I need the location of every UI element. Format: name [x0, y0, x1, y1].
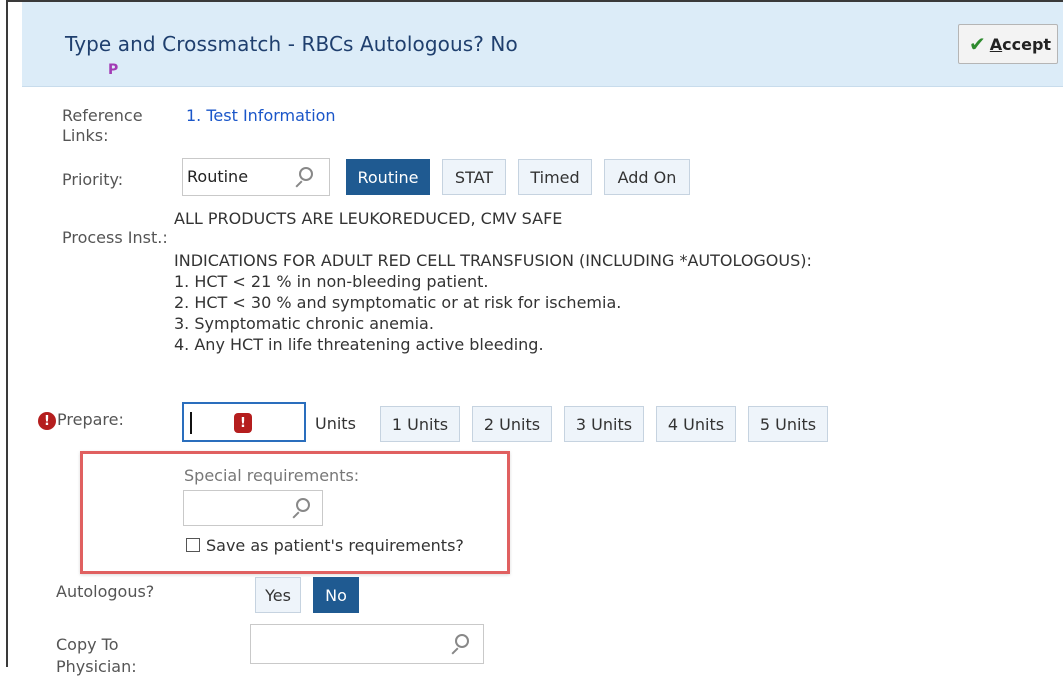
priority-option-stat[interactable]: STAT	[442, 159, 506, 195]
units-option-1[interactable]: 1 Units	[380, 406, 460, 442]
process-instructions-label: Process Inst.:	[62, 228, 168, 247]
priority-label: Priority:	[62, 170, 124, 189]
search-icon[interactable]	[299, 167, 313, 181]
instruction-line: 4. Any HCT in life threatening active bl…	[174, 335, 544, 354]
checkmark-icon: ✔	[969, 32, 986, 56]
instruction-line: ALL PRODUCTS ARE LEUKOREDUCED, CMV SAFE	[174, 209, 563, 228]
special-requirements-label: Special requirements:	[184, 466, 360, 485]
accept-label: Accept	[989, 34, 1052, 54]
search-icon[interactable]	[455, 634, 469, 648]
save-requirements-label[interactable]: Save as patient's requirements?	[206, 536, 464, 555]
units-option-4[interactable]: 4 Units	[656, 406, 736, 442]
reference-label: Reference Links:	[62, 106, 143, 145]
order-title: Type and Crossmatch - RBCs Autologous? N…	[65, 32, 518, 56]
required-error-icon: !	[38, 412, 56, 430]
prepare-quantity-input[interactable]: !	[182, 402, 306, 442]
field-error-icon: !	[234, 413, 252, 433]
prepare-label: Prepare:	[57, 410, 124, 429]
priority-input[interactable]: Routine	[182, 158, 330, 196]
order-header: Type and Crossmatch - RBCs Autologous? N…	[22, 2, 1063, 87]
instruction-line: 1. HCT < 21 % in non-bleeding patient.	[174, 272, 489, 291]
process-instructions-text[interactable]: ALL PRODUCTS ARE LEUKOREDUCED, CMV SAFE …	[174, 208, 1034, 390]
priority-badge: P	[108, 62, 119, 78]
instruction-line: INDICATIONS FOR ADULT RED CELL TRANSFUSI…	[174, 251, 812, 270]
priority-option-timed[interactable]: Timed	[518, 159, 592, 195]
units-label: Units	[315, 414, 356, 433]
autologous-label: Autologous?	[56, 582, 155, 601]
search-icon[interactable]	[296, 498, 310, 512]
priority-option-add-on[interactable]: Add On	[604, 159, 690, 195]
units-option-3[interactable]: 3 Units	[564, 406, 644, 442]
instruction-line: 3. Symptomatic chronic anemia.	[174, 314, 434, 333]
instruction-line: 2. HCT < 30 % and symptomatic or at risk…	[174, 293, 622, 312]
copy-to-physician-label: Copy To Physician:	[56, 635, 137, 676]
priority-option-routine[interactable]: Routine	[346, 159, 430, 195]
text-cursor	[190, 412, 192, 434]
units-option-2[interactable]: 2 Units	[472, 406, 552, 442]
copy-to-physician-input[interactable]	[250, 624, 484, 664]
special-requirements-input[interactable]	[183, 490, 323, 526]
test-information-link[interactable]: 1. Test Information	[186, 106, 336, 125]
accept-button[interactable]: ✔ Accept	[958, 24, 1058, 64]
instruction-line	[174, 229, 1034, 250]
save-requirements-checkbox[interactable]	[186, 538, 200, 552]
autologous-option-no[interactable]: No	[313, 577, 359, 613]
autologous-option-yes[interactable]: Yes	[255, 577, 301, 613]
units-option-5[interactable]: 5 Units	[748, 406, 828, 442]
